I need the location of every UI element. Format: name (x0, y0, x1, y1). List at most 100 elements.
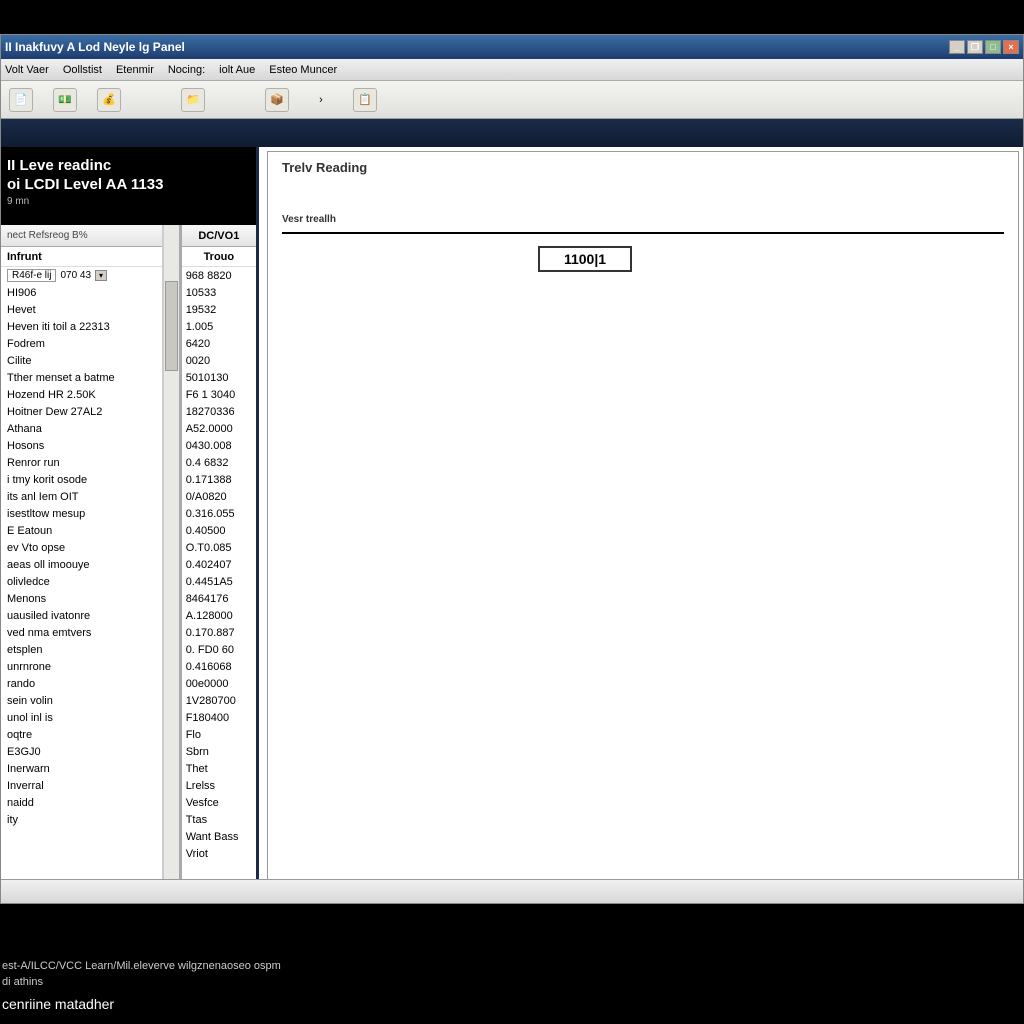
grid-col-2: DC/VO1 Trouo 968 882010533195321.0056420… (179, 225, 256, 903)
table-row[interactable]: 0.416068 (182, 658, 256, 675)
table-row[interactable]: Want Bass (182, 828, 256, 845)
cell: 070 43 (56, 270, 95, 281)
left-sub: 9 mn (7, 196, 248, 207)
table-row[interactable]: Vriot (182, 845, 256, 862)
table-row[interactable]: 968 8820 (182, 267, 256, 284)
table-row[interactable]: Menons (1, 590, 162, 607)
table-row[interactable]: its anl Iem OIT (1, 488, 162, 505)
table-row[interactable]: Heven iti toil a 22313 (1, 318, 162, 335)
table-row[interactable]: aeas oll imoouye (1, 556, 162, 573)
table-row[interactable]: Ttas (182, 811, 256, 828)
table-row[interactable]: 1V280700 (182, 692, 256, 709)
table-row[interactable]: Cilite (1, 352, 162, 369)
table-row[interactable]: F180400 (182, 709, 256, 726)
table-row[interactable]: sein volin (1, 692, 162, 709)
doc-icon[interactable]: 📄 (9, 88, 33, 112)
table-row[interactable]: Flo (182, 726, 256, 743)
table-row[interactable]: F6 1 3040 (182, 386, 256, 403)
col2-header: DC/VO1 (182, 230, 256, 242)
table-row[interactable]: 6420 (182, 335, 256, 352)
table-row[interactable]: 19532 (182, 301, 256, 318)
col2-subheader: Trouo (182, 251, 256, 263)
table-row[interactable]: 0.402407 (182, 556, 256, 573)
table-row[interactable]: ved nma emtvers (1, 624, 162, 641)
toolbar: 📄 💵 💰 📁 📦 › 📋 (1, 81, 1023, 119)
menu-item-2[interactable]: Etenmir (116, 64, 154, 76)
table-row[interactable]: HI906 (1, 284, 162, 301)
table-row[interactable]: Athana (1, 420, 162, 437)
left-header: II Leve readinc oi LCDI Level AA 1133 9 … (1, 147, 256, 213)
table-row[interactable]: olivledce (1, 573, 162, 590)
table-row[interactable]: 0. FD0 60 (182, 641, 256, 658)
table-row[interactable]: isestltow mesup (1, 505, 162, 522)
table-row[interactable]: unol inl is (1, 709, 162, 726)
table-row[interactable]: ev Vto opse (1, 539, 162, 556)
table-row[interactable]: 0/A0820 (182, 488, 256, 505)
minimize-button[interactable]: _ (949, 40, 965, 54)
grid-col-1: nect Refsreog B% Infrunt R46f-e lij070 4… (1, 225, 163, 903)
table-row[interactable]: 10533 (182, 284, 256, 301)
menu-item-4[interactable]: iolt Aue (219, 64, 255, 76)
menu-item-0[interactable]: Volt Vaer (5, 64, 49, 76)
scrollbar-1[interactable]: ▲ ▼ (163, 225, 178, 903)
table-row[interactable]: i tmy korit osode (1, 471, 162, 488)
table-row[interactable]: Sbrn (182, 743, 256, 760)
table-row[interactable]: Fodrem (1, 335, 162, 352)
table-row[interactable]: Thet (182, 760, 256, 777)
chevron-down-icon[interactable]: ▾ (95, 270, 107, 281)
table-row[interactable]: O.T0.085 (182, 539, 256, 556)
table-row[interactable]: 18270336 (182, 403, 256, 420)
page-icon[interactable]: 📋 (353, 88, 377, 112)
table-row[interactable]: oqtre (1, 726, 162, 743)
table-row[interactable]: Lrelss (182, 777, 256, 794)
table-row[interactable]: 0.40500 (182, 522, 256, 539)
table-row[interactable]: rando (1, 675, 162, 692)
close-button[interactable]: × (1003, 40, 1019, 54)
table-row[interactable]: etsplen (1, 641, 162, 658)
table-row[interactable]: 0.4 6832 (182, 454, 256, 471)
table-row[interactable]: Hosons (1, 437, 162, 454)
table-row[interactable]: Hoitner Dew 27AL2 (1, 403, 162, 420)
restore-button[interactable]: ❐ (967, 40, 983, 54)
menu-item-5[interactable]: Esteo Muncer (269, 64, 337, 76)
table-row[interactable]: 5010130 (182, 369, 256, 386)
table-row[interactable]: Hevet (1, 301, 162, 318)
table-row[interactable]: unrnrone (1, 658, 162, 675)
folder-icon[interactable]: 📁 (181, 88, 205, 112)
table-row[interactable]: ity (1, 811, 162, 828)
table-row[interactable]: 0020 (182, 352, 256, 369)
table-row[interactable]: A.128000 (182, 607, 256, 624)
table-row[interactable]: 8464176 (182, 590, 256, 607)
table-row[interactable]: 0.316.055 (182, 505, 256, 522)
table-row[interactable]: 0430.008 (182, 437, 256, 454)
table-row[interactable]: 00е0000 (182, 675, 256, 692)
scroll-thumb[interactable] (165, 281, 177, 371)
money-icon[interactable]: 💵 (53, 88, 77, 112)
bottom-line-3: cenriine matadher (2, 996, 1022, 1012)
table-row[interactable]: naidd (1, 794, 162, 811)
table-row[interactable]: Inerwarn (1, 760, 162, 777)
table-row[interactable]: 0.171388 (182, 471, 256, 488)
box-icon[interactable]: 📦 (265, 88, 289, 112)
table-row[interactable]: Renror run (1, 454, 162, 471)
table-row[interactable]: 0.170.887 (182, 624, 256, 641)
cell: R46f-e lij (7, 269, 56, 282)
table-row[interactable]: 1.005 (182, 318, 256, 335)
maximize-button[interactable]: □ (985, 40, 1001, 54)
table-row[interactable]: E3GJ0 (1, 743, 162, 760)
reading-value-box[interactable]: 1100|1 (538, 246, 632, 272)
bottom-line-1: est-A/ILCC/VCC Learn/Mil.eleverve wilgzn… (2, 958, 1022, 974)
table-row[interactable]: Hozend HR 2.50K (1, 386, 162, 403)
table-row[interactable]: Vesfce (182, 794, 256, 811)
menu-item-1[interactable]: Oollstist (63, 64, 102, 76)
table-row[interactable]: E Eatoun (1, 522, 162, 539)
arrow-icon[interactable]: › (309, 88, 333, 112)
coins-icon[interactable]: 💰 (97, 88, 121, 112)
table-row[interactable]: uausiled ivatonre (1, 607, 162, 624)
table-row[interactable]: Inverral (1, 777, 162, 794)
table-row[interactable]: A52.0000 (182, 420, 256, 437)
menu-item-3[interactable]: Nocing: (168, 64, 205, 76)
table-row[interactable]: R46f-e lij070 43▾ (1, 267, 162, 284)
table-row[interactable]: Tther menset a batme (1, 369, 162, 386)
table-row[interactable]: 0.4451A5 (182, 573, 256, 590)
